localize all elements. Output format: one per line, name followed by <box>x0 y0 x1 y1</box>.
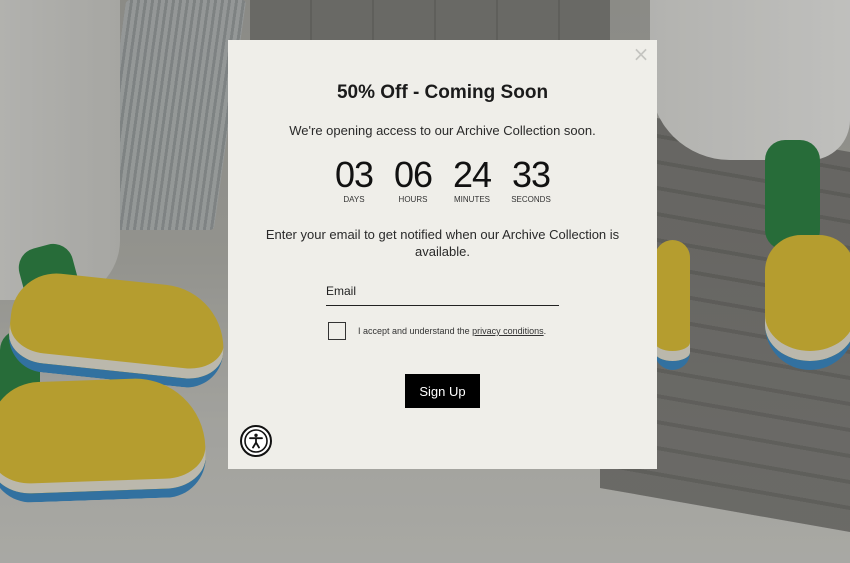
countdown-label: SECONDS <box>511 195 551 204</box>
modal-subtitle: We're opening access to our Archive Coll… <box>289 123 596 138</box>
accessibility-figure-icon <box>244 429 268 453</box>
countdown-value: 06 <box>393 154 433 195</box>
sign-up-button[interactable]: Sign Up <box>405 374 480 408</box>
countdown-minutes: 24 MINUTES <box>448 154 497 205</box>
countdown-hours: 06 HOURS <box>389 154 438 205</box>
accessibility-icon[interactable] <box>240 425 272 457</box>
privacy-checkbox[interactable] <box>328 322 346 340</box>
countdown-value: 03 <box>334 154 374 195</box>
consent-text: I accept and understand the privacy cond… <box>358 326 546 336</box>
countdown-days: 03 DAYS <box>330 154 379 205</box>
modal-title: 50% Off - Coming Soon <box>336 82 549 103</box>
countdown-label: MINUTES <box>454 195 490 204</box>
countdown-value: 33 <box>511 154 551 195</box>
countdown-label: HOURS <box>398 195 428 204</box>
email-field-wrapper <box>326 282 559 306</box>
countdown-value: 24 <box>452 154 492 195</box>
consent-prefix: I accept and understand the <box>358 326 473 336</box>
newsletter-modal: × 50% Off - Coming Soon We're opening ac… <box>228 40 657 469</box>
countdown-seconds: 33 SECONDS <box>507 154 556 205</box>
consent-suffix: . <box>543 326 547 336</box>
countdown-timer: 03 DAYS 06 HOURS 24 MINUTES 33 SECONDS <box>228 154 657 205</box>
privacy-conditions-link[interactable]: privacy conditions <box>472 326 544 336</box>
privacy-consent: I accept and understand the privacy cond… <box>328 322 657 340</box>
close-icon[interactable]: × <box>631 44 651 64</box>
notify-text: Enter your email to get notified when ou… <box>265 227 620 259</box>
countdown-label: DAYS <box>343 195 365 204</box>
email-input[interactable] <box>326 284 559 298</box>
